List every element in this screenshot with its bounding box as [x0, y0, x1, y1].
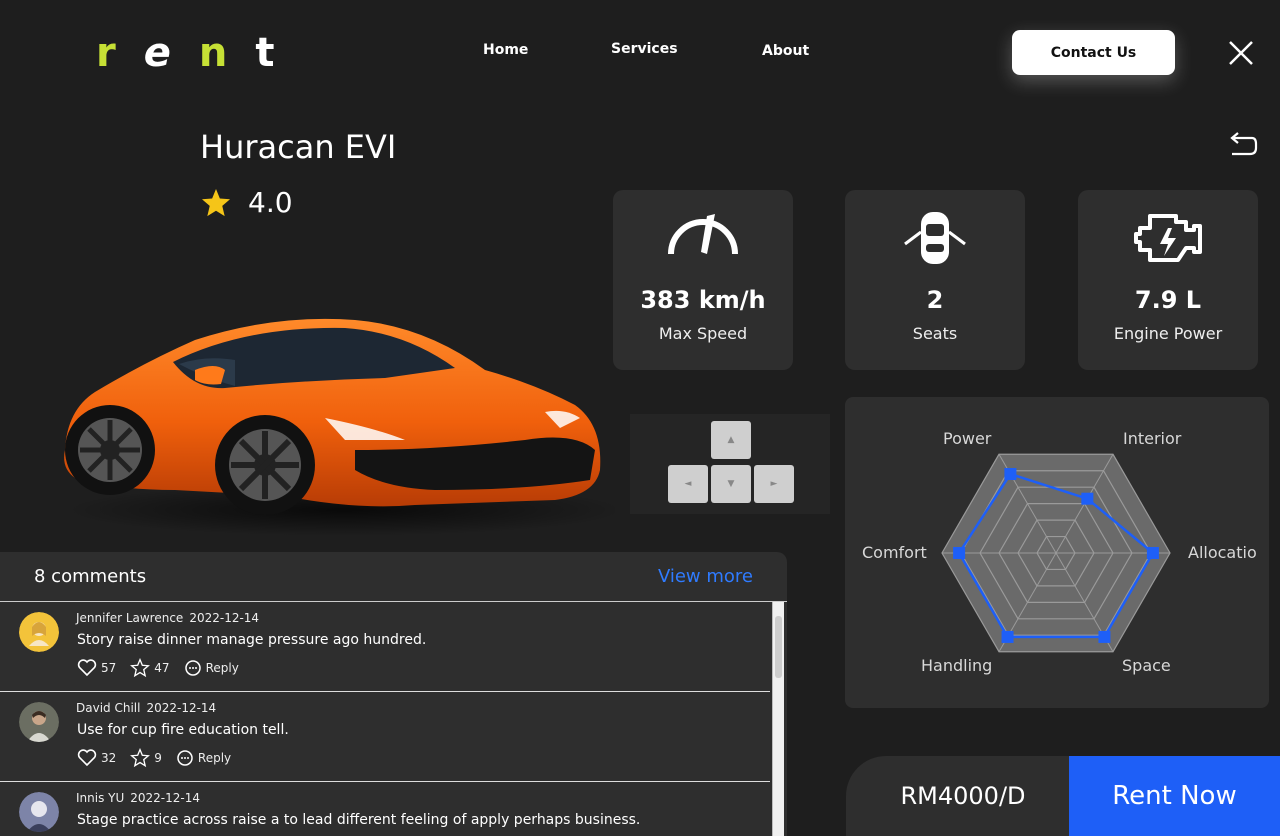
favorite-button[interactable]: 47: [130, 658, 170, 678]
comment-actions: 32 9 Reply: [77, 748, 245, 768]
radar-point: [1081, 492, 1094, 505]
comments-scrollbar[interactable]: [772, 602, 784, 836]
close-icon[interactable]: [1228, 40, 1254, 66]
logo-letter-r: r: [96, 30, 116, 76]
comments-count: 8 comments: [34, 566, 147, 587]
radar-chart: Power Interior Allocatio Space Handling …: [845, 397, 1269, 708]
spec-label: Max Speed: [658, 324, 748, 343]
star-count: 9: [154, 751, 162, 765]
nav-home[interactable]: Home: [483, 42, 528, 58]
comment-text: Story raise dinner manage pressure ago h…: [77, 632, 427, 648]
like-button[interactable]: 57: [77, 659, 116, 677]
star-outline-icon: [130, 748, 151, 768]
like-count: 32: [101, 751, 117, 765]
comment-author[interactable]: David Chill: [76, 701, 140, 715]
price-display: RM4000/D: [846, 756, 1080, 836]
comment-date: 2022-12-14: [130, 791, 201, 805]
comment-meta: David Chill 2022-12-14: [76, 701, 216, 715]
comment-date: 2022-12-14: [146, 701, 217, 715]
rating-value: 4.0: [248, 186, 293, 219]
avatar[interactable]: [19, 612, 59, 652]
rent-now-button[interactable]: Rent Now: [1069, 756, 1280, 836]
star-icon: [202, 188, 230, 216]
comment-meta: Innis YU 2022-12-14: [76, 791, 200, 805]
star-count: 47: [154, 661, 170, 675]
car-seats-icon: [904, 212, 966, 264]
chat-bubble-icon: [184, 660, 201, 676]
nav-services[interactable]: Services: [611, 41, 678, 57]
comment-item: Innis YU 2022-12-14 Stage practice across…: [0, 782, 770, 836]
comment-actions: 57 47 Reply: [77, 658, 253, 678]
reply-label: Reply: [197, 751, 232, 765]
radar-label-allocation: Allocatio: [1188, 543, 1257, 562]
logo-letter-t: t: [255, 30, 275, 76]
spec-value: 7.9 L: [1134, 286, 1202, 314]
radar-point: [1098, 630, 1111, 643]
direction-pad: ▲ ◄ ▼ ►: [630, 414, 830, 514]
star-outline-icon: [130, 658, 151, 678]
car-image: [64, 318, 615, 536]
radar-label-handling: Handling: [921, 656, 993, 675]
reply-button[interactable]: Reply: [184, 659, 239, 677]
nav-about[interactable]: About: [762, 43, 809, 59]
speedometer-icon: [668, 214, 738, 255]
car-rating: 4.0: [200, 186, 293, 219]
spec-value: 2: [926, 286, 944, 314]
radar-label-space: Space: [1122, 656, 1171, 675]
radar-point: [953, 547, 966, 559]
spec-label: Engine Power: [1113, 324, 1223, 343]
avatar[interactable]: [19, 702, 59, 742]
comments-panel: 8 comments View more Jennifer Lawrence 20…: [0, 552, 787, 836]
back-arrow-icon[interactable]: [1228, 132, 1258, 160]
spec-label: Seats: [912, 324, 958, 343]
logo[interactable]: r e n t: [96, 30, 274, 76]
favorite-button[interactable]: 9: [130, 748, 162, 768]
logo-letter-n: n: [198, 30, 228, 76]
comments-header: 8 comments View more: [0, 552, 787, 602]
radar-point: [1004, 468, 1017, 481]
chat-bubble-icon: [177, 750, 193, 766]
like-button[interactable]: 32: [77, 749, 116, 767]
like-count: 57: [101, 661, 117, 675]
spec-card-speed: 383 km/h Max Speed: [613, 190, 793, 370]
heart-icon: [77, 659, 97, 677]
comment-author[interactable]: Jennifer Lawrence: [76, 611, 183, 625]
radar-point: [1146, 547, 1159, 559]
view-more-link[interactable]: View more: [658, 566, 753, 587]
down-arrow-button[interactable]: ▼: [711, 465, 751, 503]
spec-card-seats: 2 Seats: [845, 190, 1025, 370]
comment-author[interactable]: Innis YU: [76, 791, 124, 805]
left-arrow-button[interactable]: ◄: [668, 465, 708, 503]
scroll-thumb[interactable]: [775, 616, 782, 678]
comment-text: Use for cup fire education tell.: [77, 722, 289, 738]
comment-text: Stage practice across raise a to lead di…: [77, 812, 641, 828]
engine-icon: [1134, 214, 1202, 262]
contact-us-button[interactable]: Contact Us: [1012, 30, 1175, 75]
heart-icon: [77, 749, 97, 767]
spec-card-engine: 7.9 L Engine Power: [1078, 190, 1258, 370]
avatar[interactable]: [19, 792, 59, 832]
radar-label-interior: Interior: [1123, 429, 1182, 448]
right-arrow-button[interactable]: ►: [754, 465, 794, 503]
comment-date: 2022-12-14: [189, 611, 260, 625]
logo-letter-e: e: [143, 30, 171, 76]
radar-label-power: Power: [943, 429, 992, 448]
comment-meta: Jennifer Lawrence 2022-12-14: [76, 611, 259, 625]
spec-value: 383 km/h: [640, 286, 766, 314]
comment-item: Jennifer Lawrence 2022-12-14 Story raise …: [0, 602, 770, 692]
reply-button[interactable]: Reply: [176, 749, 231, 767]
up-arrow-button[interactable]: ▲: [711, 421, 751, 459]
comment-item: David Chill 2022-12-14 Use for cup fire e…: [0, 692, 770, 782]
reply-label: Reply: [205, 661, 239, 675]
radar-label-comfort: Comfort: [862, 543, 927, 562]
radar-point: [1001, 630, 1014, 643]
car-name: Huracan EVI: [200, 128, 397, 166]
